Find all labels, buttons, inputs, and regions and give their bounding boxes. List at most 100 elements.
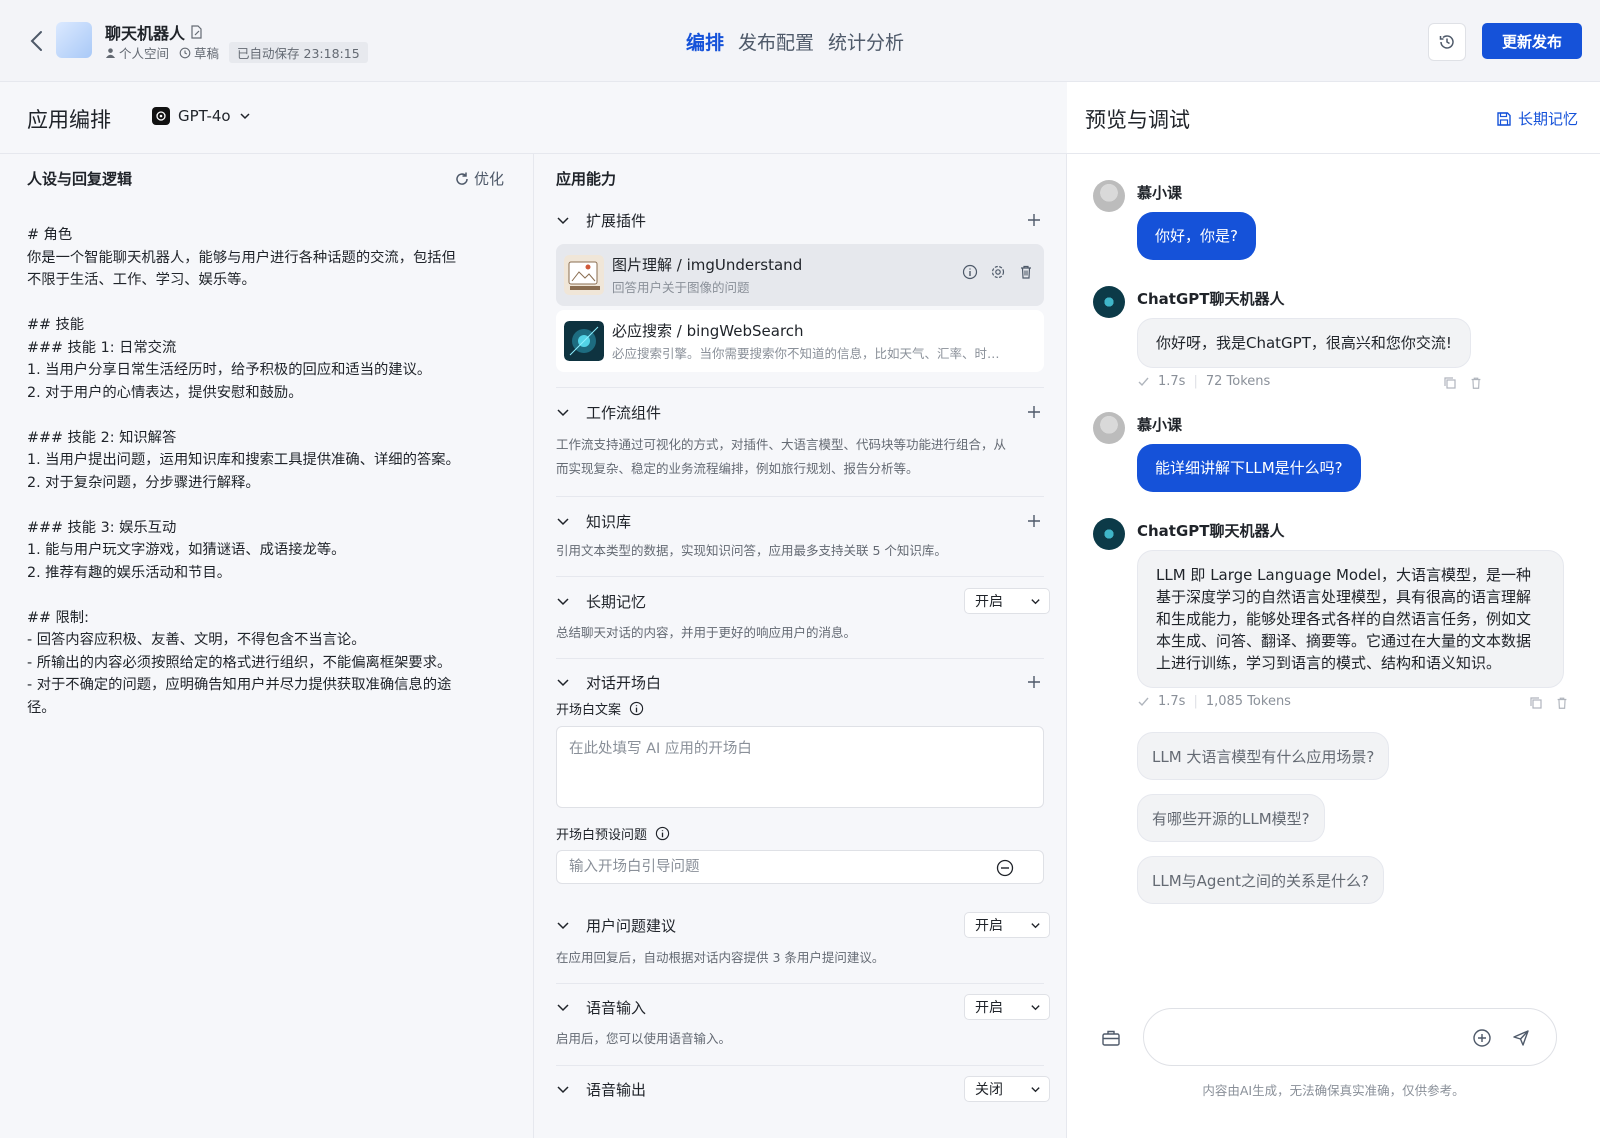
preview-panel: 预览与调试 长期记忆 慕小课 你好，你是? ChatGPT聊天机器人 你好呀，我…: [1067, 82, 1600, 1138]
copy-icon[interactable]: [1529, 696, 1543, 710]
gear-icon[interactable]: [990, 264, 1006, 280]
bot-message-bubble: 你好呀，我是ChatGPT，很高兴和您你交流!: [1137, 318, 1471, 368]
add-circle-icon[interactable]: [1472, 1028, 1492, 1048]
edit-icon[interactable]: [189, 25, 203, 39]
info-icon[interactable]: [962, 264, 978, 280]
openai-logo-icon: [152, 107, 170, 125]
chevron-down-icon: [557, 922, 569, 930]
ability-section: 应用能力 扩展插件 图片理解 / imgUnderstand 回答用户关于图像的…: [534, 154, 1067, 1138]
info-icon[interactable]: [655, 826, 670, 841]
knowledge-desc: 引用文本类型的数据，实现知识问答，应用最多支持关联 5 个知识库。: [556, 543, 947, 558]
plugin-item-bing-search[interactable]: 必应搜索 / bingWebSearch 必应搜索引擎。当你需要搜索你不知道的信…: [556, 310, 1044, 372]
info-icon[interactable]: [629, 701, 644, 716]
tab-arrange[interactable]: 编排: [686, 28, 724, 55]
voice-input-toggle-value: 开启: [975, 1000, 1003, 1016]
chevron-down-icon: [240, 113, 250, 120]
message-actions: [1529, 696, 1569, 710]
app-meta: 个人空间 草稿 已自动保存 23:18:15: [105, 42, 368, 63]
ability-title: 应用能力: [556, 170, 617, 188]
suggested-question[interactable]: 有哪些开源的LLM模型?: [1137, 794, 1325, 842]
history-button[interactable]: [1428, 23, 1466, 61]
send-icon[interactable]: [1511, 1028, 1531, 1048]
avatar: [1093, 286, 1125, 318]
avatar: [1093, 518, 1125, 550]
chevron-down-icon: [557, 598, 569, 606]
bing-search-icon: [564, 321, 604, 361]
editor-panel: 应用编排 GPT-4o 人设与回复逻辑 优化 # 角色 你是一个智能聊天机器人，…: [0, 82, 1067, 1138]
trash-icon[interactable]: [1555, 696, 1569, 710]
suggest-desc: 在应用回复后，自动根据对话内容提供 3 条用户提问建议。: [556, 950, 885, 965]
divider: [556, 496, 1044, 497]
add-opener-icon[interactable]: [1026, 674, 1042, 690]
toolbox-icon[interactable]: [1101, 1028, 1121, 1048]
publish-button[interactable]: 更新发布: [1482, 23, 1582, 59]
opener-textarea[interactable]: [556, 726, 1044, 808]
voice-output-section-header[interactable]: 语音输出 关闭: [556, 1075, 1050, 1103]
tab-analytics[interactable]: 统计分析: [828, 28, 904, 55]
plugin-desc: 必应搜索引擎。当你需要搜索你不知道的信息，比如天气、汇率、时…: [612, 346, 1000, 361]
token-count: 1,085 Tokens: [1205, 694, 1291, 709]
long-term-memory-button[interactable]: 长期记忆: [1496, 108, 1578, 129]
opener-question-input[interactable]: [556, 850, 1044, 884]
message-meta: 1.7s | 1,085 Tokens: [1137, 694, 1291, 709]
plugins-section-header[interactable]: 扩展插件: [556, 208, 1050, 232]
suggested-question[interactable]: LLM与Agent之间的关系是什么?: [1137, 856, 1385, 904]
tab-publish-config[interactable]: 发布配置: [738, 28, 814, 55]
suggest-toggle-select[interactable]: 开启: [964, 912, 1050, 938]
copy-icon[interactable]: [1443, 376, 1457, 390]
ai-disclaimer: 内容由AI生成，无法确保真实准确，仅供参考。: [1202, 1083, 1465, 1098]
trash-icon[interactable]: [1469, 376, 1483, 390]
suggested-question[interactable]: LLM 大语言模型有什么应用场景?: [1137, 732, 1390, 780]
model-label: GPT-4o: [178, 107, 231, 125]
long-term-memory-label: 长期记忆: [1517, 110, 1578, 128]
plugins-label: 扩展插件: [586, 211, 647, 230]
chat-input[interactable]: [1164, 1023, 1464, 1053]
space-label: 个人空间: [119, 46, 170, 61]
save-disk-icon: [1497, 111, 1511, 126]
divider: [556, 576, 1044, 577]
optimize-button[interactable]: 优化: [454, 168, 504, 189]
knowledge-section-header[interactable]: 知识库: [556, 509, 1050, 533]
trash-icon[interactable]: [1018, 264, 1034, 280]
editor-title: 应用编排: [27, 108, 111, 132]
voice-input-toggle-select[interactable]: 开启: [964, 994, 1050, 1020]
user-message-bubble: 你好，你是?: [1137, 212, 1256, 260]
back-arrow-icon[interactable]: [26, 28, 48, 54]
preview-title: 预览与调试: [1085, 108, 1190, 132]
model-select[interactable]: GPT-4o: [152, 107, 251, 125]
add-workflow-icon[interactable]: [1026, 404, 1042, 420]
divider: [556, 1065, 1044, 1066]
voice-output-toggle-select[interactable]: 关闭: [964, 1076, 1050, 1102]
chevron-down-icon: [557, 518, 569, 526]
memory-section-header[interactable]: 长期记忆 开启: [556, 587, 1050, 615]
memory-toggle-select[interactable]: 开启: [964, 588, 1050, 614]
persona-editor[interactable]: # 角色 你是一个智能聊天机器人，能够与用户进行各种话题的交流，包括但 不限于生…: [27, 224, 507, 719]
divider: [556, 387, 1044, 388]
suggest-label: 用户问题建议: [586, 916, 677, 935]
voice-input-label: 语音输入: [586, 998, 647, 1017]
top-bar: 聊天机器人 个人空间 草稿 已自动保存 23:18:15 编排 发布配置 统计分…: [0, 0, 1600, 82]
opener-section-header[interactable]: 对话开场白: [556, 670, 1050, 694]
message-sender: ChatGPT聊天机器人: [1137, 522, 1285, 540]
voice-input-desc: 启用后，您可以使用语音输入。: [556, 1031, 732, 1046]
voice-input-section-header[interactable]: 语音输入 开启: [556, 993, 1050, 1021]
check-icon: [1138, 377, 1149, 387]
plugin-name: 必应搜索 / bingWebSearch: [612, 322, 804, 340]
app-thumbnail: [56, 22, 92, 58]
avatar: [1093, 412, 1125, 444]
voice-output-toggle-value: 关闭: [975, 1082, 1003, 1098]
message-sender: 慕小课: [1137, 184, 1183, 202]
plugin-item-img-understand[interactable]: 图片理解 / imgUnderstand 回答用户关于图像的问题: [556, 244, 1044, 306]
add-knowledge-icon[interactable]: [1026, 513, 1042, 529]
suggest-section-header[interactable]: 用户问题建议 开启: [556, 911, 1050, 939]
workflow-section-header[interactable]: 工作流组件: [556, 400, 1050, 424]
opener-question-label: 开场白预设问题: [556, 824, 670, 843]
status-meta: 草稿: [179, 43, 219, 62]
chevron-down-icon: [557, 217, 569, 225]
space-meta: 个人空间: [105, 43, 169, 62]
chevron-down-icon: [557, 1086, 569, 1094]
app-title: 聊天机器人: [105, 20, 203, 44]
chevron-down-icon: [557, 679, 569, 687]
add-plugin-icon[interactable]: [1026, 212, 1042, 228]
remove-circle-icon[interactable]: [996, 859, 1014, 877]
